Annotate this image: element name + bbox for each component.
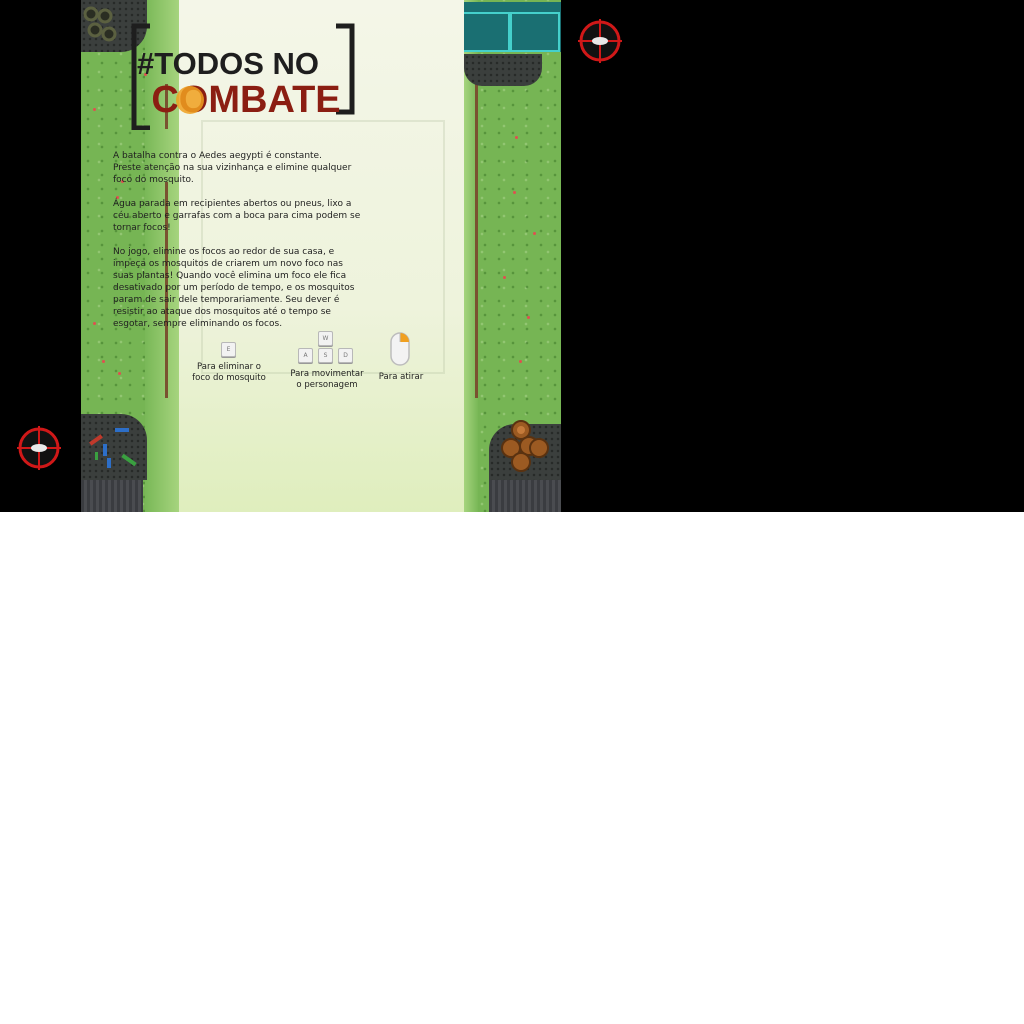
flower — [527, 316, 530, 319]
flower — [515, 136, 518, 139]
flower — [533, 232, 536, 235]
flower — [513, 191, 516, 194]
flower — [93, 322, 96, 325]
house-window — [510, 12, 560, 52]
intro-paragraph-2: Água parada em recipientes abertos ou pn… — [113, 199, 361, 233]
rock-patch-top-right — [464, 54, 542, 86]
key-w-icon: W — [318, 331, 333, 346]
eliminate-control-label: Para eliminar o foco do mosquito — [192, 362, 266, 383]
bottles-focus[interactable] — [87, 424, 143, 472]
fence-right — [475, 84, 478, 398]
key-e-icon: E — [221, 342, 236, 357]
splat-icon — [176, 86, 204, 114]
crosshair-mosquito-icon[interactable] — [578, 19, 622, 63]
flower — [102, 360, 105, 363]
tire-pile-focus[interactable] — [81, 4, 125, 48]
flower — [519, 360, 522, 363]
house-roof-top-right — [452, 2, 561, 52]
logo-line-1: #TODOS NO — [137, 46, 319, 81]
key-a-icon: A — [298, 348, 313, 363]
road-left — [81, 480, 143, 512]
move-control-label: Para movimentar o personagem — [290, 369, 364, 390]
intro-paragraph-1: A batalha contra o Aedes aegypti é const… — [113, 151, 352, 185]
barrels-focus[interactable] — [499, 418, 555, 474]
road-right — [489, 480, 561, 512]
house-window — [456, 12, 510, 52]
shoot-control-label: Para atirar — [378, 372, 424, 382]
flower — [118, 372, 121, 375]
crosshair-mosquito-icon[interactable] — [17, 426, 61, 470]
flower — [93, 108, 96, 111]
key-s-icon: S — [318, 348, 333, 363]
todos-no-combate-logo: #TODOS NO COMBATE — [131, 23, 355, 130]
intro-paragraph-3: No jogo, elimine os focos ao redor de su… — [113, 247, 355, 329]
flower — [503, 276, 506, 279]
key-d-icon: D — [338, 348, 353, 363]
mouse-icon — [390, 332, 410, 366]
